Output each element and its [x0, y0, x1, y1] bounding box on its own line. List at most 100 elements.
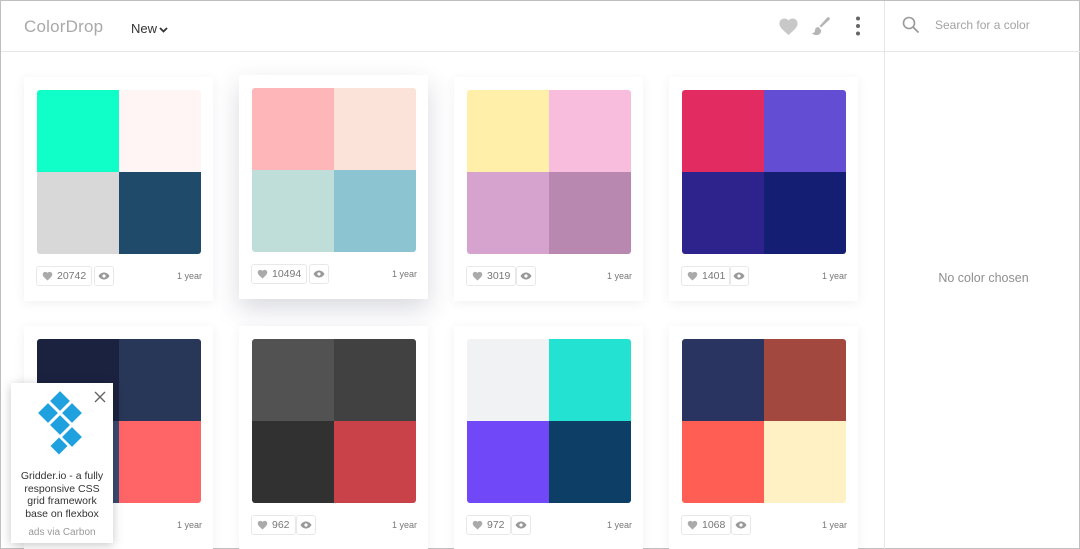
eye-icon — [300, 521, 312, 529]
color-swatch[interactable] — [682, 172, 764, 254]
logo-diamond — [50, 415, 70, 435]
more-vertical-icon[interactable] — [847, 14, 869, 38]
color-swatch[interactable] — [549, 90, 631, 172]
heart-icon — [257, 269, 268, 279]
view-button[interactable] — [516, 266, 536, 286]
color-swatch[interactable] — [467, 172, 549, 254]
color-swatch[interactable] — [334, 170, 416, 252]
eye-icon — [735, 521, 747, 529]
carbon-ad[interactable]: Gridder.io - a fully responsive CSS grid… — [11, 383, 113, 543]
palette-swatch[interactable] — [252, 339, 416, 503]
heart-icon — [472, 520, 483, 530]
color-swatch[interactable] — [252, 339, 334, 421]
color-swatch[interactable] — [252, 170, 334, 252]
color-swatch[interactable] — [119, 172, 201, 254]
top-bar: ColorDrop New — [1, 1, 884, 52]
color-swatch[interactable] — [37, 90, 119, 172]
view-button[interactable] — [511, 515, 531, 535]
like-button[interactable]: 1068 — [681, 515, 732, 535]
age-label: 1 year — [606, 520, 632, 530]
like-button[interactable]: 1401 — [681, 266, 732, 286]
palette-swatch[interactable] — [467, 339, 631, 503]
palette-swatch[interactable] — [252, 88, 416, 252]
color-swatch[interactable] — [334, 88, 416, 170]
like-count: 20742 — [57, 270, 87, 282]
color-swatch[interactable] — [119, 339, 201, 421]
brush-icon[interactable] — [810, 14, 832, 38]
color-swatch[interactable] — [334, 421, 416, 503]
palette-card: 972 1 year — [454, 326, 643, 549]
age-label: 1 year — [391, 520, 417, 530]
view-button[interactable] — [296, 515, 316, 535]
like-button[interactable]: 972 — [466, 515, 511, 535]
eye-icon — [98, 272, 110, 280]
like-button[interactable]: 20742 — [36, 266, 93, 286]
palette-card: 1068 1 year — [669, 326, 858, 549]
palette-card: 10494 1 year — [239, 75, 428, 299]
sort-dropdown-label: New — [131, 21, 158, 36]
color-swatch[interactable] — [764, 172, 846, 254]
color-swatch[interactable] — [549, 421, 631, 503]
like-count: 3019 — [487, 270, 511, 282]
color-swatch[interactable] — [252, 421, 334, 503]
heart-icon — [687, 271, 698, 281]
palette-swatch[interactable] — [682, 339, 846, 503]
view-button[interactable] — [94, 266, 114, 286]
color-swatch[interactable] — [764, 90, 846, 172]
age-label: 1 year — [821, 271, 847, 281]
palette-card: 1401 1 year — [669, 77, 858, 301]
view-button[interactable] — [309, 264, 329, 284]
logo-diamond — [62, 403, 82, 423]
color-swatch[interactable] — [467, 339, 549, 421]
color-swatch[interactable] — [682, 421, 764, 503]
color-swatch[interactable] — [119, 421, 201, 503]
gridder-logo — [38, 391, 82, 455]
color-swatch[interactable] — [252, 88, 334, 170]
like-count: 962 — [272, 519, 290, 531]
age-label: 1 year — [606, 271, 632, 281]
eye-icon — [515, 521, 527, 529]
app-logo[interactable]: ColorDrop — [24, 17, 103, 37]
color-swatch[interactable] — [764, 339, 846, 421]
ad-via-link[interactable]: ads via Carbon — [11, 527, 113, 538]
color-swatch[interactable] — [119, 90, 201, 172]
logo-diamond — [50, 391, 70, 411]
heart-icon[interactable] — [777, 14, 799, 38]
color-swatch[interactable] — [467, 421, 549, 503]
view-button[interactable] — [731, 515, 751, 535]
color-swatch[interactable] — [549, 339, 631, 421]
close-icon[interactable] — [94, 390, 106, 408]
empty-state-text: No color chosen — [938, 271, 1029, 285]
color-swatch[interactable] — [334, 339, 416, 421]
like-button[interactable]: 10494 — [251, 264, 308, 284]
view-button[interactable] — [729, 266, 749, 286]
palette-swatch[interactable] — [37, 90, 201, 254]
age-label: 1 year — [391, 269, 417, 279]
color-swatch[interactable] — [682, 90, 764, 172]
color-detail-sidebar: No color chosen — [884, 1, 1080, 549]
color-swatch[interactable] — [682, 339, 764, 421]
heart-icon — [257, 520, 268, 530]
color-swatch[interactable] — [467, 90, 549, 172]
age-label: 1 year — [176, 271, 202, 281]
heart-icon — [687, 520, 698, 530]
palette-swatch[interactable] — [467, 90, 631, 254]
search-icon[interactable] — [902, 16, 920, 39]
palette-card: 20742 1 year — [24, 77, 213, 301]
palette-card: 962 1 year — [239, 326, 428, 549]
palette-swatch[interactable] — [682, 90, 846, 254]
sort-dropdown[interactable]: New — [131, 21, 168, 36]
logo-diamond — [50, 437, 68, 455]
like-button[interactable]: 962 — [251, 515, 296, 535]
chevron-down-icon — [159, 25, 168, 35]
search-bar — [885, 1, 1080, 52]
search-input[interactable] — [935, 18, 1075, 32]
age-label: 1 year — [821, 520, 847, 530]
eye-icon — [313, 270, 325, 278]
ad-text[interactable]: Gridder.io - a fully responsive CSS grid… — [15, 470, 109, 520]
color-swatch[interactable] — [764, 421, 846, 503]
like-button[interactable]: 3019 — [466, 266, 517, 286]
color-swatch[interactable] — [37, 172, 119, 254]
color-swatch[interactable] — [549, 172, 631, 254]
logo-diamonds — [38, 391, 82, 455]
